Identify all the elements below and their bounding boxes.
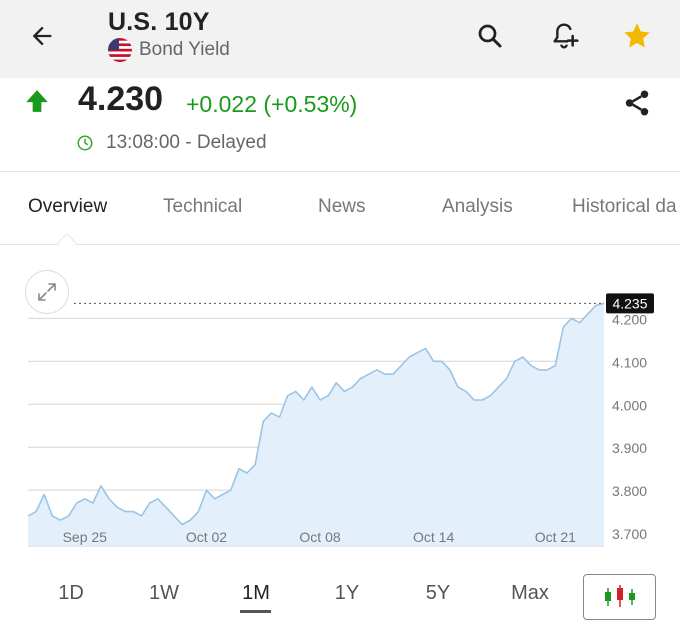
active-range-underline [240, 610, 271, 613]
last-price: 4.230 [78, 80, 164, 118]
back-button[interactable] [22, 16, 62, 56]
quote-time: 13:08:00 - Delayed [106, 132, 267, 153]
x-tick-label: Oct 02 [186, 529, 227, 545]
add-alert-button[interactable] [544, 16, 584, 56]
bell-plus-icon [553, 23, 579, 49]
share-button[interactable] [616, 84, 658, 122]
app-bar: U.S. 10Y Bond Yield [0, 0, 680, 78]
share-icon [625, 90, 649, 116]
x-tick-label: Oct 08 [299, 529, 340, 545]
tab-overview[interactable]: Overview [28, 196, 107, 218]
tab-bar: Overview Technical News Analysis Histori… [0, 172, 680, 244]
price-area-fill [28, 303, 604, 546]
candlestick-icon [604, 585, 635, 607]
instrument-type: Bond Yield [139, 39, 230, 60]
range-1d-button[interactable]: 1D [58, 582, 84, 605]
time-range-bar: 1D 1W 1M 1Y 5Y Max [0, 570, 680, 626]
instrument-subtitle-row: Bond Yield [108, 38, 230, 62]
range-max-button[interactable]: Max [509, 582, 551, 605]
tab-historical-data[interactable]: Historical da [572, 196, 677, 218]
last-value-label: 4.235 [612, 295, 647, 311]
chart-type-button[interactable] [583, 574, 656, 620]
clock-icon [77, 135, 93, 151]
price-change: +0.022 (+0.53%) [186, 91, 358, 117]
y-tick-label: 4.200 [612, 311, 647, 327]
y-tick-label: 4.000 [612, 397, 647, 413]
instrument-title: U.S. 10Y [108, 8, 210, 36]
tab-analysis[interactable]: Analysis [442, 196, 513, 218]
us-flag-icon [108, 38, 132, 62]
price-up-arrow-icon [24, 88, 50, 119]
chart-canvas: 4.200 4.100 4.000 3.900 3.800 3.700 Sep 25 Oct … [27, 293, 654, 547]
star-icon [624, 23, 650, 48]
x-tick-label: Sep 25 [63, 529, 108, 545]
expand-chart-button[interactable] [25, 270, 69, 314]
range-1w-button[interactable]: 1W [148, 582, 180, 605]
range-1y-button[interactable]: 1Y [334, 582, 360, 605]
search-icon [478, 24, 502, 48]
tab-technical[interactable]: Technical [163, 196, 242, 218]
y-tick-label: 3.800 [612, 483, 647, 499]
range-1m-button[interactable]: 1M [240, 582, 272, 605]
search-button[interactable] [470, 16, 510, 56]
expand-icon [38, 283, 56, 301]
quote-time-row: 13:08:00 - Delayed [76, 132, 267, 154]
tab-news[interactable]: News [318, 196, 366, 218]
range-5y-button[interactable]: 5Y [424, 582, 452, 605]
x-tick-label: Oct 14 [413, 529, 454, 545]
y-tick-label: 3.700 [612, 526, 647, 542]
arrow-left-icon [32, 26, 52, 46]
x-tick-label: Oct 21 [535, 529, 576, 545]
favorite-button[interactable] [617, 16, 657, 56]
y-tick-label: 4.100 [612, 354, 647, 370]
price-chart[interactable]: 4.200 4.100 4.000 3.900 3.800 3.700 Sep 25 Oct … [0, 244, 680, 564]
y-tick-label: 3.900 [612, 440, 647, 456]
